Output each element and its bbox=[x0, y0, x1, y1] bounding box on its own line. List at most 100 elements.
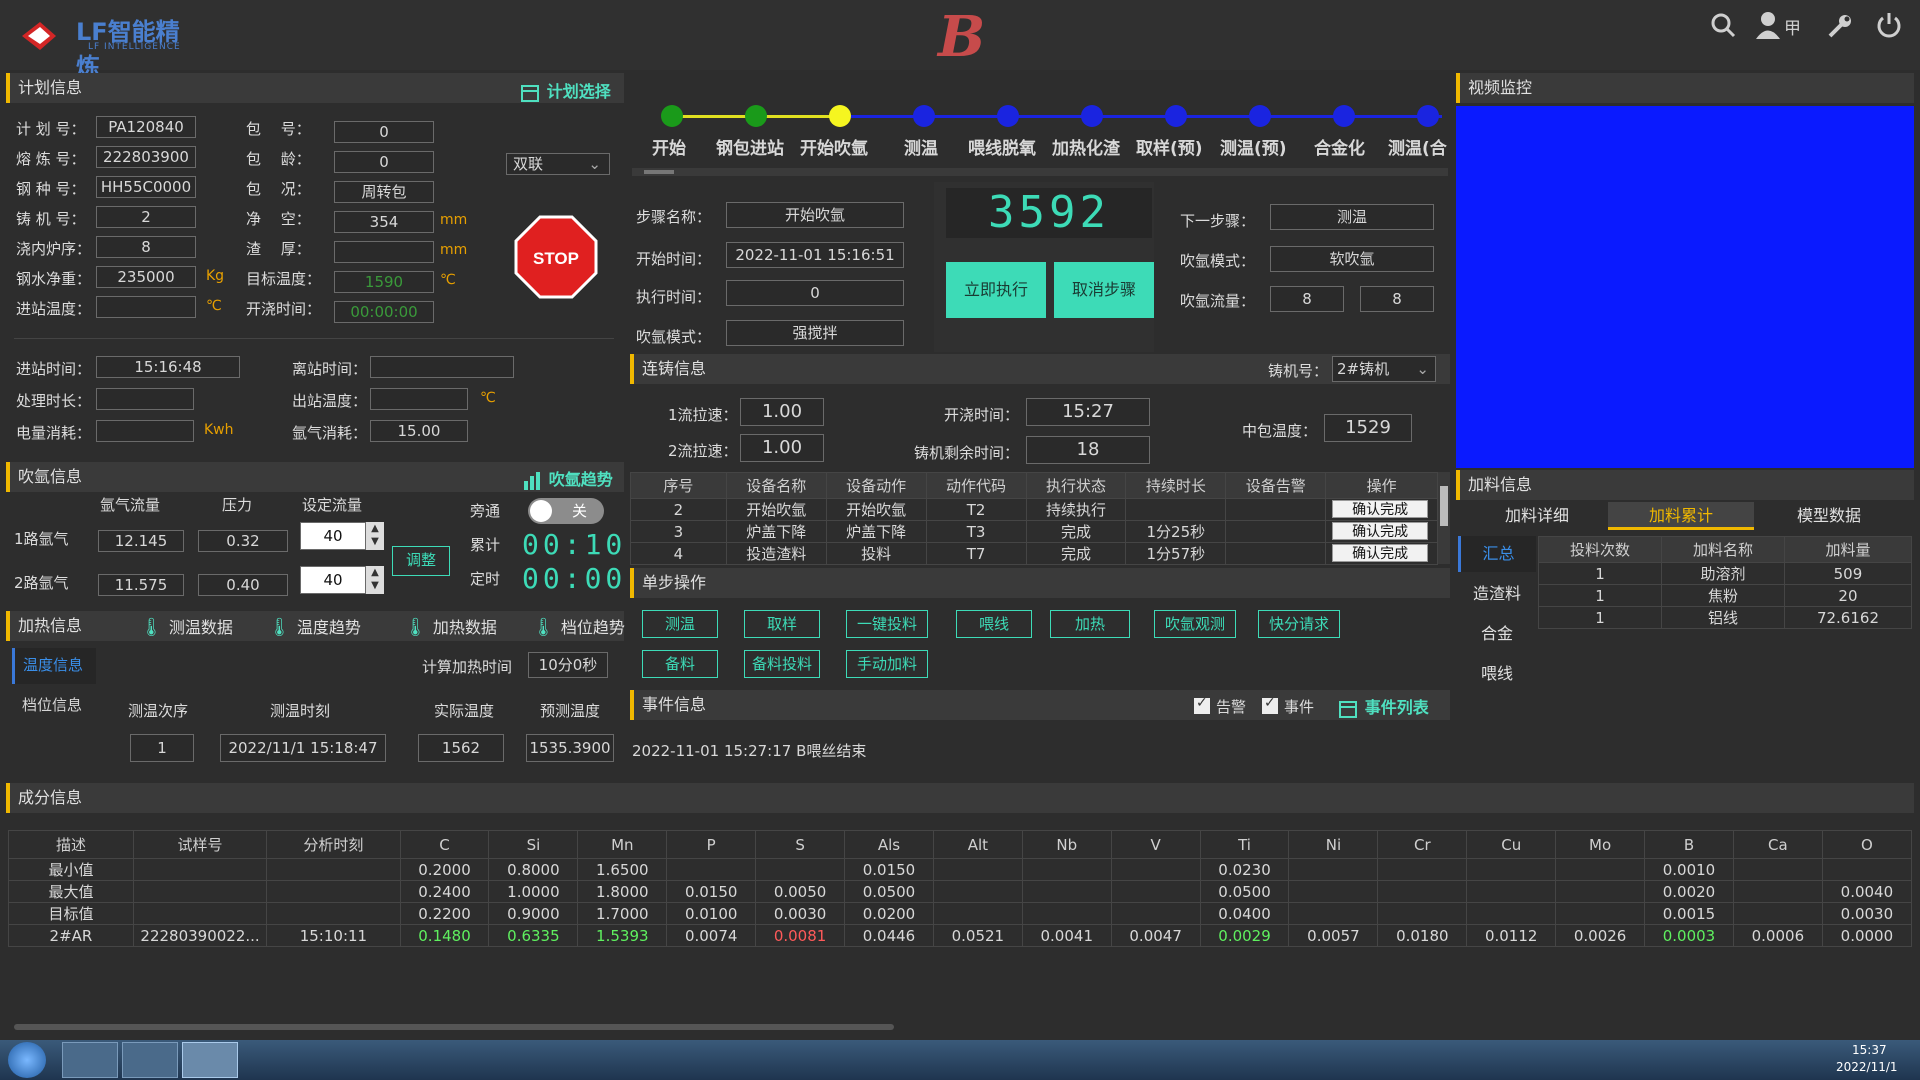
enter-time-field[interactable]: 15:16:48 bbox=[96, 356, 240, 378]
caster-remain-field[interactable]: 18 bbox=[1026, 436, 1150, 464]
step-dot[interactable] bbox=[1333, 105, 1355, 127]
tundish-field[interactable]: 1529 bbox=[1324, 414, 1412, 442]
feed-tab[interactable]: 加料累计 bbox=[1608, 502, 1754, 530]
step-dot[interactable] bbox=[1249, 105, 1271, 127]
heat-predict-field[interactable]: 1535.3900 bbox=[526, 734, 614, 762]
user-icon[interactable] bbox=[1755, 10, 1781, 50]
argon-pressure-field[interactable]: 0.32 bbox=[198, 530, 288, 552]
event-checkbox[interactable]: ✓ bbox=[1262, 695, 1278, 714]
wrench-icon[interactable] bbox=[1826, 12, 1854, 52]
plan-field-value[interactable]: 1590 bbox=[334, 271, 434, 293]
plan-field-value[interactable]: 354 bbox=[334, 211, 434, 233]
argon-flow-field[interactable]: 12.145 bbox=[98, 530, 184, 552]
caster-open-field[interactable]: 15:27 bbox=[1026, 398, 1150, 426]
bypass-toggle[interactable]: 关 bbox=[528, 498, 604, 524]
tab-gear-info[interactable]: 档位信息 bbox=[12, 688, 96, 724]
step-exec-field[interactable]: 0 bbox=[726, 280, 904, 306]
heat-time-field[interactable]: 2022/11/1 15:18:47 bbox=[220, 734, 386, 762]
run-now-button[interactable]: 立即执行 bbox=[946, 262, 1046, 318]
feed-side-tab[interactable]: 造渣料 bbox=[1458, 576, 1536, 612]
mode-select[interactable]: 双联 ⌄ bbox=[506, 153, 610, 175]
alarm-checkbox[interactable]: ✓ bbox=[1194, 695, 1210, 714]
search-icon[interactable] bbox=[1710, 12, 1736, 52]
step-dot[interactable] bbox=[913, 105, 935, 127]
taskbar-app-browser[interactable] bbox=[62, 1042, 118, 1078]
spinner[interactable]: ▲ ▼ bbox=[366, 566, 384, 594]
plan-field-value[interactable]: 222803900 bbox=[96, 146, 196, 168]
scroll-thumb[interactable] bbox=[1440, 486, 1448, 526]
comp-scrollbar[interactable] bbox=[14, 1024, 894, 1030]
process-field[interactable] bbox=[96, 388, 194, 410]
plan-field-value[interactable] bbox=[96, 296, 196, 318]
start-button[interactable] bbox=[8, 1042, 46, 1078]
step-dot[interactable] bbox=[829, 105, 851, 127]
argon-set-input[interactable]: 40 bbox=[300, 522, 366, 550]
step-mode-field[interactable]: 强搅拌 bbox=[726, 320, 904, 346]
cancel-step-button[interactable]: 取消步骤 bbox=[1054, 262, 1154, 318]
adjust-button[interactable]: 调整 bbox=[392, 546, 450, 576]
argon-set-input[interactable]: 40 bbox=[300, 566, 366, 594]
heat-link[interactable]: 🌡 档位趋势 bbox=[532, 614, 625, 638]
plan-field-value[interactable]: 0 bbox=[334, 151, 434, 173]
step-dot[interactable] bbox=[1165, 105, 1187, 127]
heat-link[interactable]: 🌡 测温数据 bbox=[140, 614, 233, 638]
feed-side-tab[interactable]: 合金 bbox=[1458, 616, 1536, 652]
single-op-button[interactable]: 喂线 bbox=[956, 610, 1032, 638]
speed1-field[interactable]: 1.00 bbox=[740, 398, 824, 426]
single-op-button[interactable]: 快分请求 bbox=[1258, 610, 1340, 638]
single-op-button[interactable]: 备料 bbox=[642, 650, 718, 678]
power-field[interactable] bbox=[96, 420, 194, 442]
argon-trend-link[interactable]: 吹氩趋势 bbox=[522, 466, 613, 491]
feed-side-tab[interactable]: 喂线 bbox=[1458, 656, 1536, 692]
step-dot[interactable] bbox=[661, 105, 683, 127]
out-temp-field[interactable] bbox=[370, 388, 468, 410]
plan-field-value[interactable]: 8 bbox=[96, 236, 196, 258]
plan-select-link[interactable]: 计划选择 bbox=[520, 78, 611, 103]
taskbar-app-explorer[interactable] bbox=[122, 1042, 178, 1078]
spinner[interactable]: ▲ ▼ bbox=[366, 522, 384, 550]
video-feed[interactable] bbox=[1456, 106, 1914, 468]
next-step-field[interactable]: 测温 bbox=[1270, 204, 1434, 230]
plan-field-value[interactable] bbox=[334, 241, 434, 263]
next-flow-field-2[interactable]: 8 bbox=[1360, 286, 1434, 312]
scroll-thumb[interactable] bbox=[644, 170, 674, 174]
event-list-link[interactable]: 事件列表 bbox=[1338, 694, 1429, 719]
heat-actual-field[interactable]: 1562 bbox=[418, 734, 504, 762]
clock-date[interactable]: 2022/11/1 bbox=[1836, 1060, 1898, 1074]
plan-field-value[interactable]: 周转包 bbox=[334, 181, 434, 203]
step-dot[interactable] bbox=[745, 105, 767, 127]
leave-time-field[interactable] bbox=[370, 356, 514, 378]
confirm-done-button[interactable]: 确认完成 bbox=[1332, 522, 1429, 540]
step-dot[interactable] bbox=[1081, 105, 1103, 127]
plan-field-value[interactable]: 00:00:00 bbox=[334, 301, 434, 323]
plan-field-value[interactable]: HH55C0000 bbox=[96, 176, 196, 198]
plan-field-value[interactable]: 235000 bbox=[96, 266, 196, 288]
calc-heat-field[interactable]: 10分0秒 bbox=[528, 652, 608, 678]
single-op-button[interactable]: 手动加料 bbox=[846, 650, 928, 678]
plan-field-value[interactable]: 0 bbox=[334, 121, 434, 143]
single-op-button[interactable]: 吹氩观测 bbox=[1154, 610, 1236, 638]
single-op-button[interactable]: 备料投料 bbox=[744, 650, 820, 678]
power-icon[interactable] bbox=[1874, 10, 1904, 50]
step-name-field[interactable]: 开始吹氩 bbox=[726, 202, 904, 228]
confirm-done-button[interactable]: 确认完成 bbox=[1332, 544, 1429, 562]
heat-seq-field[interactable]: 1 bbox=[130, 734, 194, 762]
feed-tab[interactable]: 模型数据 bbox=[1756, 502, 1902, 530]
single-op-button[interactable]: 一键投料 bbox=[846, 610, 928, 638]
heat-link[interactable]: 🌡 温度趋势 bbox=[268, 614, 361, 638]
confirm-done-button[interactable]: 确认完成 bbox=[1332, 500, 1429, 518]
speed2-field[interactable]: 1.00 bbox=[740, 434, 824, 462]
single-op-button[interactable]: 取样 bbox=[744, 610, 820, 638]
argon-consume-field[interactable]: 15.00 bbox=[370, 420, 468, 442]
plan-field-value[interactable]: PA120840 bbox=[96, 116, 196, 138]
stop-button[interactable]: STOP bbox=[514, 215, 598, 299]
action-table-scrollbar[interactable] bbox=[1438, 472, 1450, 564]
taskbar-app-lf[interactable] bbox=[182, 1042, 238, 1078]
feed-tab[interactable]: 加料详细 bbox=[1464, 502, 1610, 530]
caster-machine-select[interactable]: 2#铸机 ⌄ bbox=[1332, 356, 1436, 382]
step-scrollbar[interactable] bbox=[632, 168, 1448, 176]
step-dot[interactable] bbox=[1417, 105, 1439, 127]
argon-pressure-field[interactable]: 0.40 bbox=[198, 574, 288, 596]
argon-flow-field[interactable]: 11.575 bbox=[98, 574, 184, 596]
feed-side-tab[interactable]: 汇总 bbox=[1458, 536, 1536, 572]
